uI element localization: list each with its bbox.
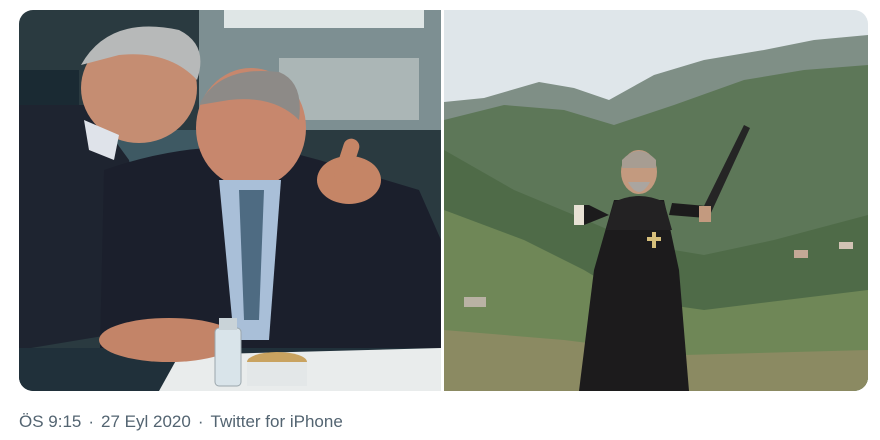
- mountain-priest-photo: [444, 10, 868, 391]
- meta-separator: ·: [197, 412, 204, 431]
- tweet-source-link[interactable]: Twitter for iPhone: [211, 412, 343, 432]
- tweet-timestamp-line: ÖS 9:15 · 27 Eyl 2020 · Twitter for iPho…: [19, 412, 343, 432]
- tweet-time[interactable]: ÖS 9:15: [19, 412, 81, 432]
- tweet-date[interactable]: 27 Eyl 2020: [101, 412, 191, 432]
- tweet-media-grid: [19, 10, 868, 391]
- tweet-photo-left[interactable]: [19, 10, 441, 391]
- tweet-photo-right[interactable]: [444, 10, 868, 391]
- meta-separator: ·: [88, 412, 95, 431]
- train-meeting-photo: [19, 10, 441, 391]
